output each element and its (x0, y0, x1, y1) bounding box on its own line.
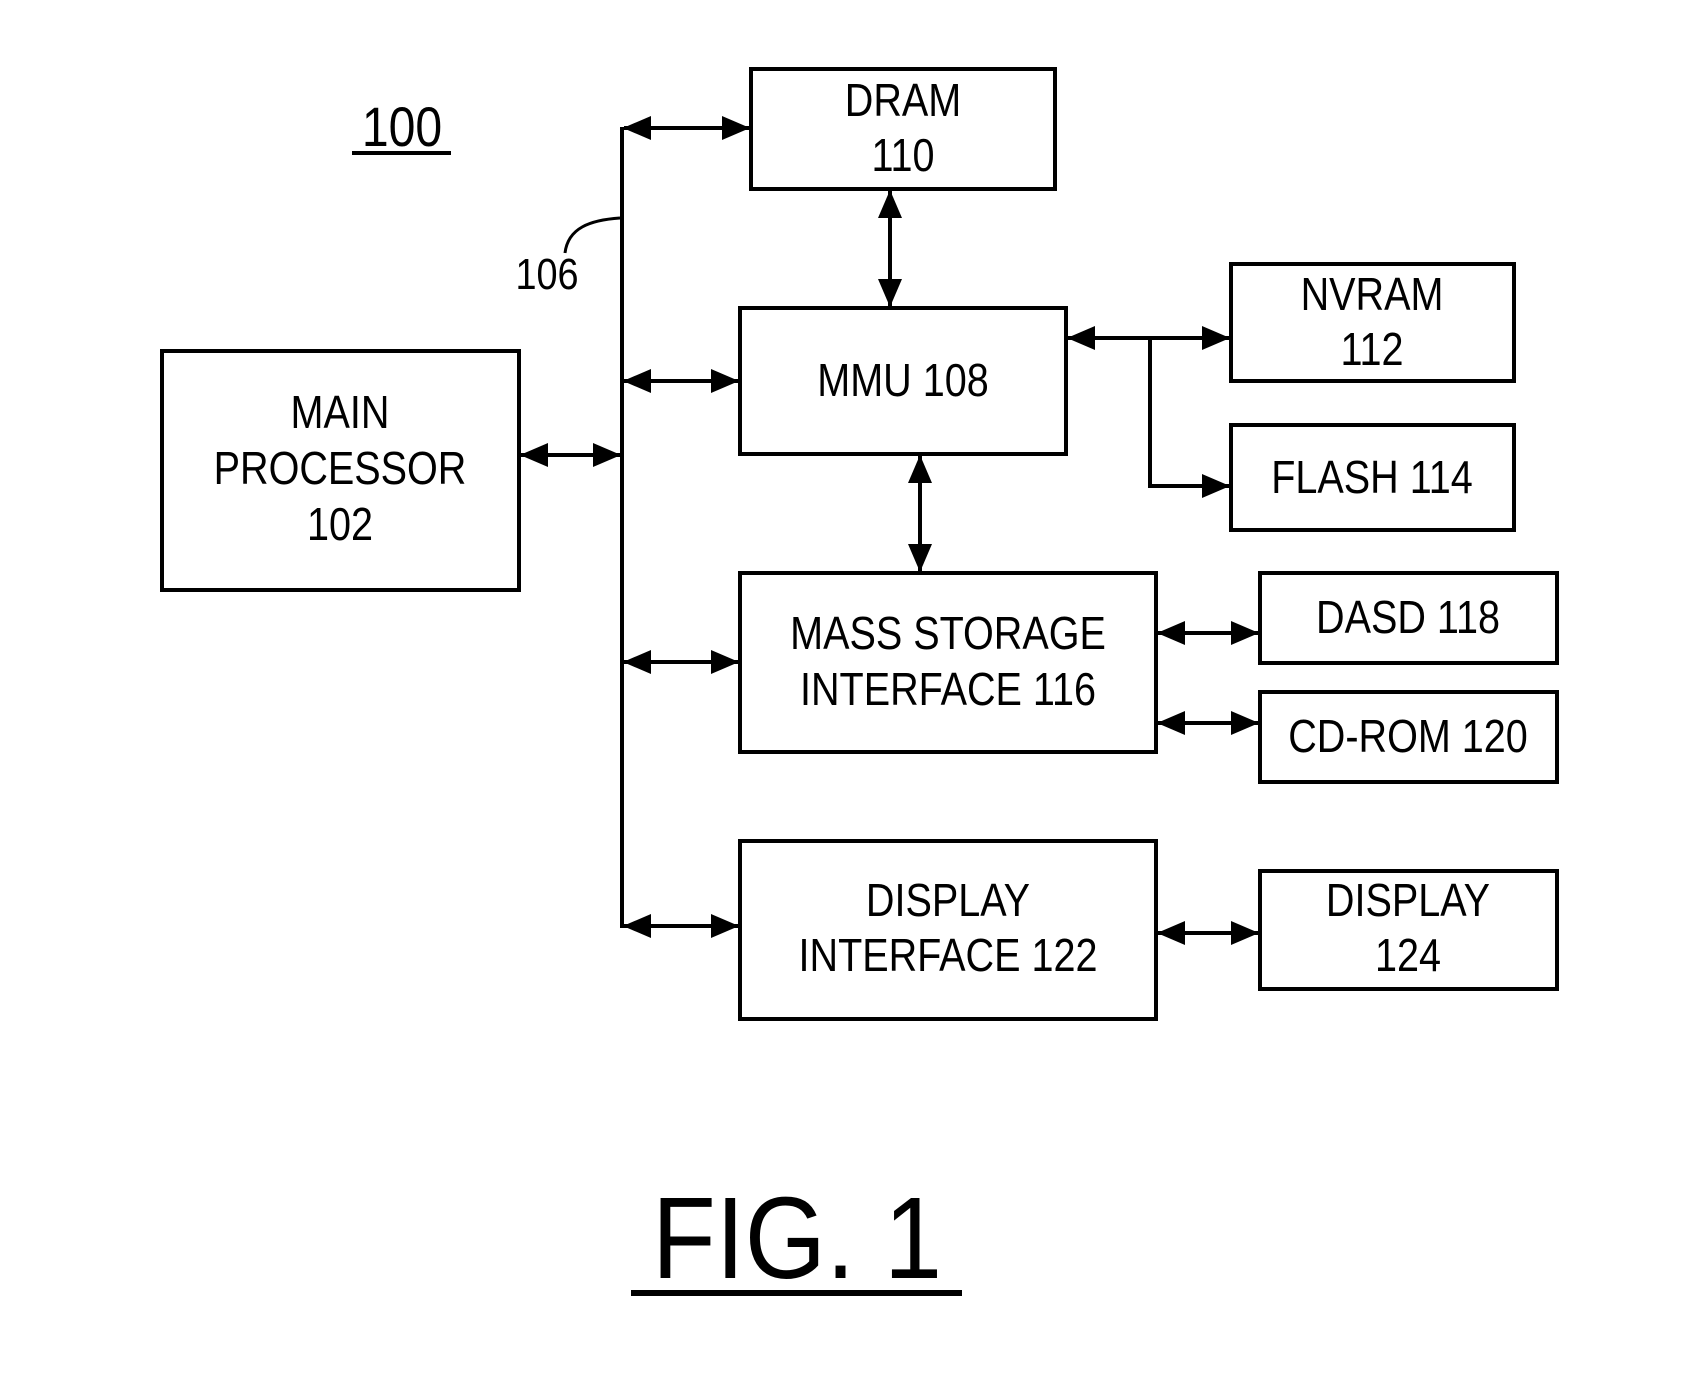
bus-106-label: 106 (515, 249, 578, 298)
mass-storage-label-2: INTERFACE 116 (800, 664, 1096, 715)
bus-106-leader-line (563, 216, 621, 254)
nvram-block: NVRAM 112 (1229, 262, 1516, 383)
main-processor-block: MAIN PROCESSOR 102 (160, 349, 521, 592)
main-processor-label-1: MAIN (291, 387, 390, 438)
block-diagram: 100 106 MAIN PROCESSOR 102 DRAM 110 MMU … (160, 67, 1559, 1303)
mass-storage-label-1: MASS STORAGE (790, 608, 1106, 659)
display-block: DISPLAY 124 (1258, 869, 1559, 991)
flash-label: FLASH 114 (1271, 452, 1473, 503)
display-interface-label-1: DISPLAY (866, 875, 1030, 926)
nvram-label-1: NVRAM (1301, 269, 1444, 320)
system-ref-text: 100 (362, 97, 442, 159)
dasd-label: DASD 118 (1316, 592, 1500, 643)
dasd-block: DASD 118 (1258, 571, 1559, 665)
display-interface-label-2: INTERFACE 122 (799, 930, 1098, 981)
display-label-1: DISPLAY (1326, 875, 1490, 926)
display-label-2: 124 (1375, 930, 1441, 981)
dram-label-1: DRAM (845, 75, 961, 126)
arrow-mmu-flash (1148, 338, 1230, 498)
main-processor-label-2: PROCESSOR (214, 443, 467, 494)
display-interface-block: DISPLAY INTERFACE 122 (738, 839, 1158, 1021)
dram-label-2: 110 (871, 130, 934, 181)
mmu-block: MMU 108 (738, 306, 1068, 456)
mmu-label: MMU 108 (817, 355, 988, 406)
figure-caption-text: FIG. 1 (652, 1174, 942, 1303)
main-processor-label-3: 102 (307, 499, 373, 550)
nvram-label-2: 112 (1340, 324, 1403, 375)
system-reference-label: 100 (352, 97, 451, 159)
flash-block: FLASH 114 (1229, 423, 1516, 532)
cdrom-block: CD-ROM 120 (1258, 690, 1559, 784)
figure-caption: FIG. 1 (631, 1174, 962, 1303)
mass-storage-interface-block: MASS STORAGE INTERFACE 116 (738, 571, 1158, 754)
cdrom-label: CD-ROM 120 (1288, 711, 1528, 762)
dram-block: DRAM 110 (749, 67, 1057, 191)
